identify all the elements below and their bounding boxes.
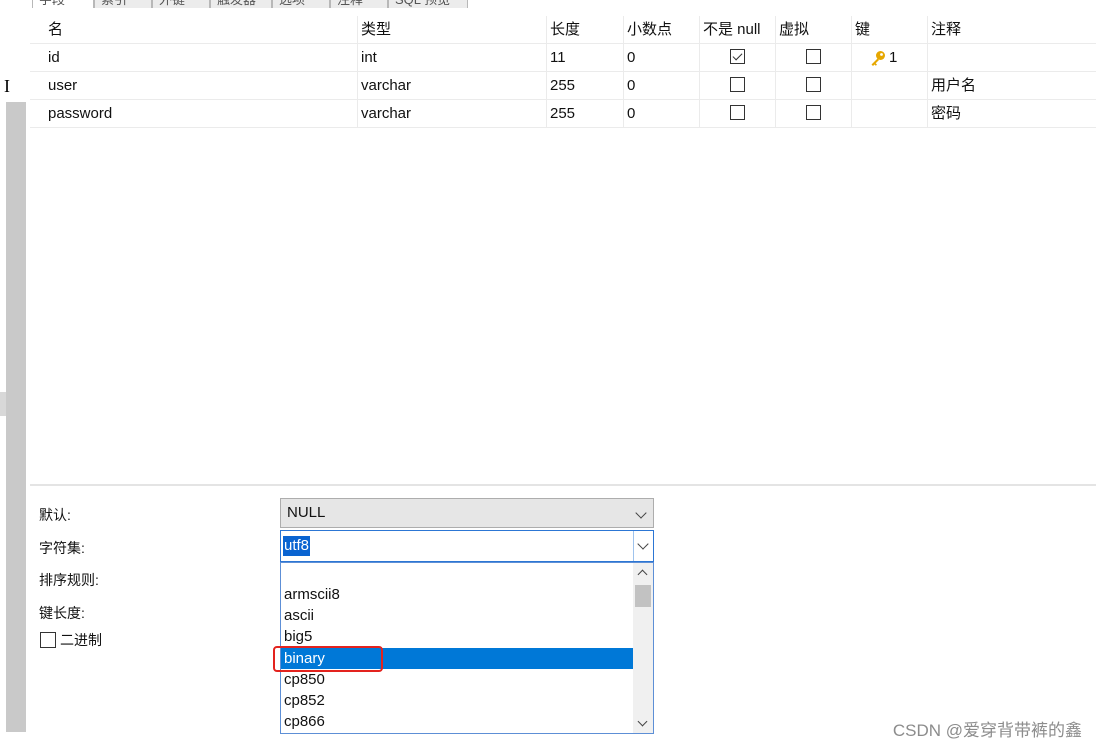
table-row[interactable]: password varchar 255 0 密码 (30, 100, 1096, 128)
key-order: 1 (889, 49, 898, 66)
tab-triggers[interactable]: 触发器 (210, 0, 272, 8)
dropdown-scrollbar[interactable] (633, 563, 653, 733)
field-type-cell[interactable]: int (358, 44, 547, 72)
tab-bar: 字段 索引 外键 触发器 选项 注释 SQL 预览 (30, 0, 1096, 9)
scrollbar-thumb[interactable] (635, 585, 651, 607)
fields-grid: 名 类型 长度 小数点 不是 null 虚拟 键 注释 id int 11 0 … (4, 16, 1096, 482)
tab-foreign-keys[interactable]: 外键 (152, 0, 210, 8)
not-null-cell (700, 100, 776, 128)
not-null-checkbox[interactable] (730, 49, 745, 65)
virtual-checkbox[interactable] (806, 49, 821, 65)
tab-options[interactable]: 选项 (272, 0, 330, 8)
table-row[interactable]: id int 11 0 1 (30, 44, 1096, 72)
field-type-cell[interactable]: varchar (358, 72, 547, 100)
tab-indexes[interactable]: 索引 (94, 0, 152, 8)
not-null-cell (700, 44, 776, 72)
column-header-length[interactable]: 长度 (547, 16, 624, 44)
list-item[interactable]: cp852 (281, 690, 633, 711)
list-item[interactable]: cp850 (281, 669, 633, 690)
default-value: NULL (287, 504, 326, 521)
column-header-virtual[interactable]: 虚拟 (776, 16, 852, 44)
virtual-cell (776, 72, 852, 100)
charset-dropdown-button[interactable] (633, 531, 653, 561)
not-null-checkbox[interactable] (730, 77, 745, 93)
field-decimals-cell[interactable]: 0 (624, 72, 700, 100)
virtual-cell (776, 44, 852, 72)
field-comment-cell[interactable]: 密码 (928, 100, 1096, 128)
field-name-cell[interactable]: id (30, 44, 358, 72)
field-decimals-cell[interactable]: 0 (624, 100, 700, 128)
list-item[interactable]: cp866 (281, 711, 633, 732)
default-label: 默认: (39, 507, 71, 523)
primary-key-icon (871, 51, 885, 66)
highlight-annotation (273, 646, 383, 672)
list-item[interactable]: big5 (281, 626, 633, 647)
not-null-cell (700, 72, 776, 100)
list-item[interactable]: armscii8 (281, 584, 633, 605)
binary-label: 二进制 (60, 632, 102, 648)
charset-combobox[interactable]: utf8 (280, 530, 654, 562)
tab-comment[interactable]: 注释 (330, 0, 388, 8)
field-name-cell[interactable]: password (30, 100, 358, 128)
virtual-cell (776, 100, 852, 128)
field-length-cell[interactable]: 11 (547, 44, 624, 72)
key-cell[interactable] (852, 72, 928, 100)
charset-input[interactable]: utf8 (283, 536, 311, 556)
binary-checkbox-row[interactable]: 二进制 (40, 630, 102, 650)
field-name-cell[interactable]: user (30, 72, 358, 100)
key-cell[interactable] (852, 100, 928, 128)
charset-label: 字符集: (39, 540, 85, 556)
grid-header: 名 类型 长度 小数点 不是 null 虚拟 键 注释 (30, 16, 1096, 44)
column-header-not-null[interactable]: 不是 null (700, 16, 776, 44)
field-type-cell[interactable]: varchar (358, 100, 547, 128)
watermark: CSDN @爱穿背带裤的鑫 (892, 721, 1082, 740)
field-comment-cell[interactable] (928, 44, 1096, 72)
binary-checkbox[interactable] (40, 632, 56, 648)
virtual-checkbox[interactable] (806, 105, 821, 121)
column-header-name[interactable]: 名 (30, 16, 358, 44)
key-length-label: 键长度: (39, 605, 85, 621)
field-properties-panel: 默认: NULL 字符集: utf8 排序规则: 键长度: 二进制 armsci… (30, 486, 1096, 746)
sidebar-resize-handle[interactable] (0, 392, 6, 416)
tab-fields[interactable]: 字段 (32, 0, 94, 8)
chevron-down-icon (637, 538, 649, 550)
list-item[interactable] (281, 563, 633, 584)
not-null-checkbox[interactable] (730, 105, 745, 121)
tab-sql-preview[interactable]: SQL 预览 (388, 0, 468, 8)
list-item[interactable]: ascii (281, 605, 633, 626)
column-header-type[interactable]: 类型 (358, 16, 547, 44)
key-cell[interactable]: 1 (852, 44, 928, 72)
chevron-down-icon (635, 507, 647, 519)
table-row[interactable]: I user varchar 255 0 用户名 (4, 72, 1096, 100)
virtual-checkbox[interactable] (806, 77, 821, 93)
field-decimals-cell[interactable]: 0 (624, 44, 700, 72)
field-comment-cell[interactable]: 用户名 (928, 72, 1096, 100)
chevron-up-icon[interactable] (637, 569, 648, 580)
left-sidebar-strip (6, 102, 26, 732)
column-header-decimals[interactable]: 小数点 (624, 16, 700, 44)
chevron-down-icon[interactable] (637, 716, 648, 727)
field-length-cell[interactable]: 255 (547, 72, 624, 100)
text-cursor-icon: I (4, 76, 10, 96)
column-header-comment[interactable]: 注释 (928, 16, 1096, 44)
field-length-cell[interactable]: 255 (547, 100, 624, 128)
column-header-key[interactable]: 键 (852, 16, 928, 44)
collation-label: 排序规则: (39, 572, 99, 588)
default-select[interactable]: NULL (280, 498, 654, 528)
